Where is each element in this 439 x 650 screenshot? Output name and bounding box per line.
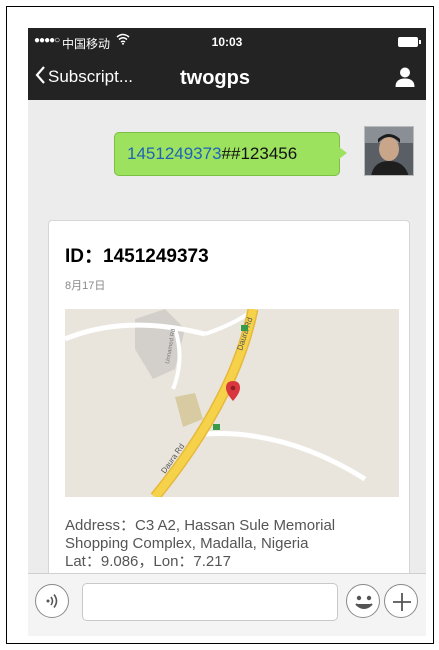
card-title: ID：1451249373 <box>65 246 209 267</box>
location-card[interactable]: ID：1451249373 8月17日 Daura Rd Daura Rd Un… <box>48 220 410 620</box>
card-date: 8月17日 <box>65 280 106 292</box>
clock: 10:03 <box>211 35 243 49</box>
chevron-left-icon <box>34 65 46 89</box>
smiley-icon <box>355 595 373 609</box>
message-phone-link[interactable]: 1451249373 <box>127 144 222 163</box>
plus-button[interactable] <box>384 584 418 618</box>
voice-icon <box>46 594 58 608</box>
message-row: 1451249373##123456 <box>28 118 426 178</box>
message-text: ##123456 <box>221 144 298 163</box>
address-line: Address：C3 A2, Hassan Sule Memorial <box>65 517 336 534</box>
status-bar: ●●●●○ 中国移动 10:03 <box>28 28 426 56</box>
outgoing-message-bubble[interactable]: 1451249373##123456 <box>114 132 347 176</box>
avatar[interactable] <box>364 126 414 176</box>
navigation-bar: Subscript... twogps <box>28 56 426 100</box>
input-bar <box>28 573 426 636</box>
profile-button[interactable] <box>394 66 416 88</box>
coordinates-line: Lat：9.086，Lon：7.217 <box>65 553 231 570</box>
plus-icon <box>393 593 411 611</box>
back-label: Subscript... <box>48 67 134 86</box>
person-icon <box>395 67 415 87</box>
back-button[interactable]: Subscript... <box>34 65 133 89</box>
address-text: Address：C3 A2, Hassan Sule Memorial Shop… <box>65 517 405 571</box>
page-title: twogps <box>180 67 250 89</box>
message-input[interactable] <box>82 583 338 621</box>
address-line: Shopping Complex, Madalla, Nigeria <box>65 535 309 552</box>
map-view[interactable]: Daura Rd Daura Rd Unnamed Rd <box>65 309 399 497</box>
emoji-button[interactable] <box>346 584 380 618</box>
voice-button[interactable] <box>35 584 69 618</box>
battery-icon <box>398 37 421 47</box>
phone-screen: ●●●●○ 中国移动 10:03 Subscript... twogps 145… <box>28 28 426 636</box>
